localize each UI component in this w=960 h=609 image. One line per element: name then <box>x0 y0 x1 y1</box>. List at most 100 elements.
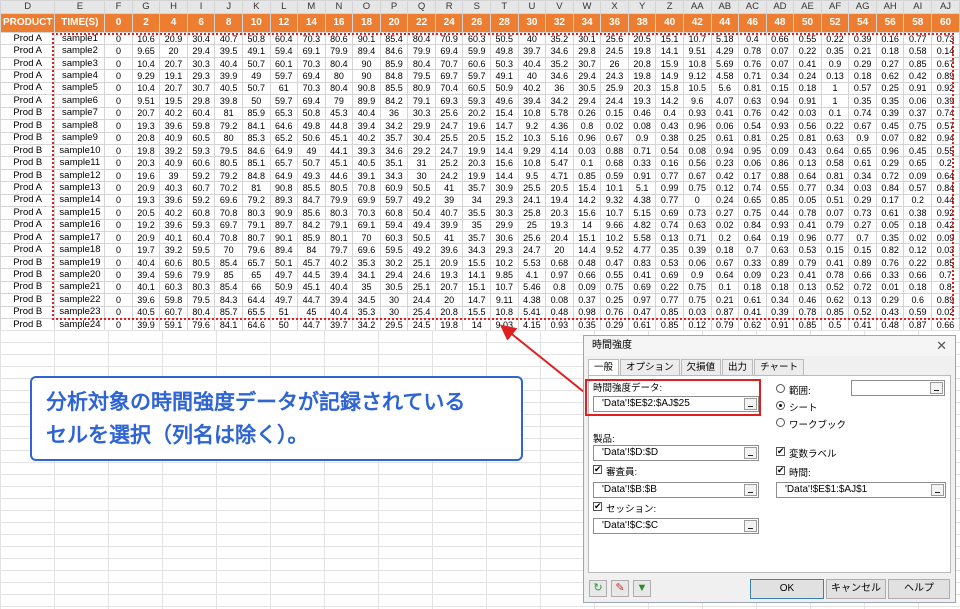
value-cell[interactable]: 59.3 <box>462 94 492 108</box>
value-cell[interactable]: 64.4 <box>241 293 271 307</box>
value-cell[interactable]: 39.3 <box>352 143 381 158</box>
value-cell[interactable]: 85 <box>214 268 243 282</box>
value-cell[interactable]: 0.08 <box>545 293 574 307</box>
value-cell[interactable]: 0.7 <box>738 243 767 257</box>
value-cell[interactable]: 49.8 <box>297 119 326 133</box>
value-cell[interactable]: 20.8 <box>627 56 657 71</box>
value-cell[interactable]: 59.4 <box>269 44 299 58</box>
value-cell[interactable]: 40.4 <box>324 280 354 295</box>
header-cell[interactable]: 52 <box>820 13 850 33</box>
value-cell[interactable]: 0.71 <box>682 230 712 245</box>
value-cell[interactable]: 50.6 <box>297 131 326 145</box>
column-header[interactable]: H <box>159 0 188 14</box>
value-cell[interactable]: 0.87 <box>710 305 740 320</box>
value-cell[interactable]: 0.17 <box>738 168 767 183</box>
value-cell[interactable]: 49.8 <box>490 44 519 58</box>
product-field[interactable]: 'Data'!$D:$D <box>593 445 759 461</box>
value-cell[interactable]: 0.34 <box>848 168 877 183</box>
value-cell[interactable]: 0.67 <box>682 168 712 183</box>
value-cell[interactable]: 0.57 <box>848 81 877 96</box>
value-cell[interactable]: 0.39 <box>682 243 712 257</box>
value-cell[interactable]: 85.4 <box>214 255 243 270</box>
value-cell[interactable]: 0.29 <box>600 318 629 330</box>
value-cell[interactable]: 0.69 <box>655 268 684 282</box>
value-cell[interactable]: 51 <box>269 305 299 320</box>
value-cell[interactable]: 39.6 <box>159 218 188 233</box>
value-cell[interactable]: 0.1 <box>572 156 602 170</box>
value-cell[interactable]: 60.4 <box>269 31 299 46</box>
value-cell[interactable]: 0.15 <box>765 81 795 96</box>
value-cell[interactable]: 0.39 <box>848 31 877 46</box>
value-cell[interactable]: 85.5 <box>297 181 326 195</box>
value-cell[interactable]: 19.3 <box>131 119 161 133</box>
value-cell[interactable]: 0.77 <box>655 293 684 307</box>
value-cell[interactable]: 15.1 <box>462 280 492 295</box>
value-cell[interactable]: 0.01 <box>875 280 905 295</box>
value-cell[interactable]: 0.76 <box>600 305 629 320</box>
value-cell[interactable]: 0.71 <box>738 69 767 83</box>
value-cell[interactable]: 59.5 <box>186 243 216 257</box>
value-cell[interactable]: 0.59 <box>600 168 629 183</box>
value-cell[interactable]: 0.69 <box>627 280 657 295</box>
value-cell[interactable]: 69.1 <box>297 44 326 58</box>
value-cell[interactable]: 0.25 <box>600 293 629 307</box>
value-cell[interactable]: 4.82 <box>627 218 657 233</box>
value-cell[interactable]: 0.65 <box>903 156 933 170</box>
value-cell[interactable]: 40.1 <box>131 280 161 295</box>
value-cell[interactable]: 0.61 <box>627 318 657 330</box>
header-cell[interactable]: 50 <box>793 13 822 33</box>
header-cell[interactable]: 44 <box>710 13 740 33</box>
value-cell[interactable]: 9.29 <box>517 143 547 158</box>
value-cell[interactable]: 0.24 <box>793 69 822 83</box>
value-cell[interactable]: 60.9 <box>379 181 409 195</box>
workbook-radio[interactable] <box>776 418 785 427</box>
ok-button[interactable]: OK <box>750 579 824 599</box>
value-cell[interactable]: 4.15 <box>517 318 547 330</box>
value-cell[interactable]: 90.1 <box>269 230 299 245</box>
value-cell[interactable]: 0.2 <box>903 193 933 208</box>
sample-cell[interactable]: sample12 <box>54 168 106 183</box>
value-cell[interactable]: 50.9 <box>269 280 299 295</box>
value-cell[interactable]: 25.1 <box>407 255 436 270</box>
value-cell[interactable]: 84 <box>297 243 326 257</box>
value-cell[interactable]: 60.7 <box>159 305 188 320</box>
value-cell[interactable]: 39 <box>434 193 464 208</box>
value-cell[interactable]: 80.5 <box>214 156 243 170</box>
value-cell[interactable]: 79.5 <box>214 143 243 158</box>
value-cell[interactable]: 0.82 <box>875 243 905 257</box>
column-header[interactable]: W <box>572 0 602 14</box>
value-cell[interactable]: 0.66 <box>848 268 877 282</box>
value-cell[interactable]: 80.3 <box>186 280 216 295</box>
time-intensity-dialog[interactable]: 時間強度 ✕ 一般 オプション 欠損値 出力 チャート 時間強度データ: 'Da… <box>583 335 956 603</box>
value-cell[interactable]: 0.81 <box>738 81 767 96</box>
value-cell[interactable]: 45.7 <box>297 255 326 270</box>
header-cell[interactable]: 46 <box>738 13 767 33</box>
value-cell[interactable]: 59.2 <box>186 193 216 208</box>
value-cell[interactable]: 0.85 <box>572 168 602 183</box>
value-cell[interactable]: 24.7 <box>517 243 547 257</box>
value-cell[interactable]: 40.5 <box>352 156 381 170</box>
value-cell[interactable]: 50 <box>269 318 299 330</box>
value-cell[interactable]: 79.1 <box>407 94 436 108</box>
value-cell[interactable]: 0.05 <box>875 218 905 233</box>
value-cell[interactable]: 0.74 <box>655 218 684 233</box>
value-cell[interactable]: 49.1 <box>241 44 271 58</box>
value-cell[interactable]: 4.38 <box>517 293 547 307</box>
value-cell[interactable]: 60.3 <box>159 280 188 295</box>
value-cell[interactable]: 0.75 <box>682 181 712 195</box>
value-cell[interactable]: 0.66 <box>765 31 795 46</box>
value-cell[interactable]: 0.24 <box>710 193 740 208</box>
value-cell[interactable]: 0.41 <box>848 318 877 330</box>
value-cell[interactable]: 34.3 <box>462 243 492 257</box>
tab-chart[interactable]: チャート <box>754 359 804 375</box>
var-labels-checkbox[interactable]: ✔ <box>776 447 785 456</box>
value-cell[interactable]: 0.22 <box>655 280 684 295</box>
header-cell[interactable]: 40 <box>655 13 684 33</box>
value-cell[interactable]: 19.8 <box>627 44 657 58</box>
value-cell[interactable]: 0.47 <box>627 305 657 320</box>
value-cell[interactable]: 0.18 <box>793 81 822 96</box>
value-cell[interactable]: 0.74 <box>931 106 960 121</box>
value-cell[interactable]: 0.74 <box>848 106 877 121</box>
value-cell[interactable]: 85.4 <box>379 31 409 46</box>
value-cell[interactable]: 0.66 <box>903 268 933 282</box>
